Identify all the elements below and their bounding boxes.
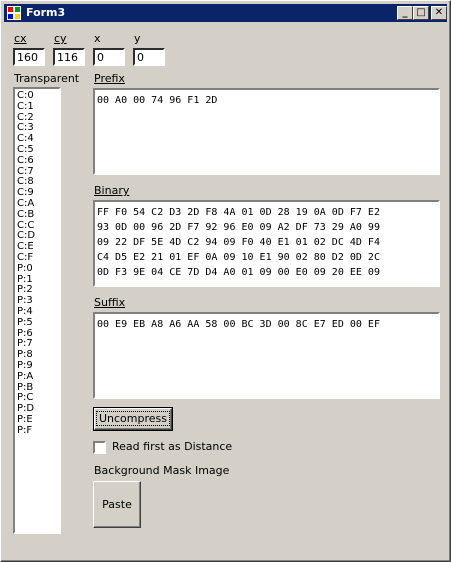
- transparent-list-item[interactable]: P:9: [17, 360, 57, 371]
- transparent-list-item[interactable]: C:1: [17, 101, 57, 112]
- transparent-list-item[interactable]: C:D: [17, 230, 57, 241]
- app-icon: [7, 6, 21, 20]
- transparent-list-item[interactable]: P:2: [17, 284, 57, 295]
- transparent-list-item[interactable]: P:7: [17, 338, 57, 349]
- transparent-list-item[interactable]: C:2: [17, 112, 57, 123]
- suffix-textbox[interactable]: 00 E9 EB A8 A6 AA 58 00 BC 3D 00 8C E7 E…: [93, 312, 440, 399]
- transparent-list-item[interactable]: C:6: [17, 155, 57, 166]
- transparent-list-item[interactable]: C:F: [17, 252, 57, 263]
- cx-label: cx: [14, 32, 27, 45]
- minimize-icon: _: [402, 7, 408, 18]
- transparent-list-item[interactable]: P:8: [17, 349, 57, 360]
- uncompress-label: Uncompress: [95, 411, 170, 426]
- prefix-label: Prefix: [94, 72, 125, 85]
- transparent-list-item[interactable]: C:E: [17, 241, 57, 252]
- paste-label: Paste: [102, 498, 132, 511]
- transparent-list-item[interactable]: C:0: [17, 90, 57, 101]
- cy-label: cy: [54, 32, 67, 45]
- transparent-list-item[interactable]: C:4: [17, 133, 57, 144]
- uncompress-button[interactable]: Uncompress: [93, 407, 173, 431]
- transparent-list-item[interactable]: P:6: [17, 328, 57, 339]
- read-first-label: Read first as Distance: [112, 440, 233, 453]
- transparent-list-item[interactable]: P:C: [17, 392, 57, 403]
- transparent-list-item[interactable]: P:0: [17, 263, 57, 274]
- transparent-list-item[interactable]: P:E: [17, 414, 57, 425]
- transparent-list-item[interactable]: C:B: [17, 209, 57, 220]
- transparent-list-item[interactable]: P:B: [17, 382, 57, 393]
- transparent-list-item[interactable]: C:3: [17, 122, 57, 133]
- transparent-list-item[interactable]: C:9: [17, 187, 57, 198]
- y-label: y: [134, 32, 141, 45]
- transparent-list-item[interactable]: P:1: [17, 274, 57, 285]
- transparent-list-item[interactable]: P:D: [17, 403, 57, 414]
- close-button[interactable]: ✕: [431, 6, 447, 20]
- transparent-label: Transparent: [14, 72, 80, 85]
- close-icon: ✕: [434, 7, 444, 18]
- y-input[interactable]: [133, 48, 165, 66]
- prefix-textbox[interactable]: 00 A0 00 74 96 F1 2D: [93, 88, 440, 175]
- x-label: x: [94, 32, 101, 45]
- transparent-list-item[interactable]: P:A: [17, 371, 57, 382]
- prefix-label-text: Prefix: [94, 72, 125, 85]
- cx-input[interactable]: [13, 48, 45, 66]
- x-input[interactable]: [93, 48, 125, 66]
- window-title: Form3: [26, 6, 66, 19]
- transparent-listbox[interactable]: C:0 C:1 C:2 C:3 C:4 C:5 C:6 C:7 C:8 C:9 C:A C:B C:C C…: [13, 87, 61, 534]
- title-bar[interactable]: Form3 _ □ ✕: [4, 4, 447, 22]
- transparent-list-item[interactable]: C:5: [17, 144, 57, 155]
- paste-button[interactable]: Paste: [93, 481, 141, 528]
- cy-input[interactable]: [53, 48, 85, 66]
- transparent-list-item[interactable]: C:7: [17, 166, 57, 177]
- form3-window: Form3 _ □ ✕ cx cy x y Transparent C:0C:1…: [0, 0, 451, 562]
- suffix-label-text: Suffix: [94, 296, 126, 309]
- transparent-list-item[interactable]: P:3: [17, 295, 57, 306]
- transparent-list-item[interactable]: C:A: [17, 198, 57, 209]
- transparent-list-item[interactable]: P:5: [17, 317, 57, 328]
- read-first-checkbox[interactable]: [93, 441, 106, 454]
- transparent-list-item[interactable]: P:F: [17, 425, 57, 436]
- transparent-list-item[interactable]: P:4: [17, 306, 57, 317]
- transparent-list-item[interactable]: C:8: [17, 176, 57, 187]
- minimize-button[interactable]: _: [397, 6, 413, 20]
- transparent-list-item[interactable]: C:C: [17, 220, 57, 231]
- maximize-icon: □: [416, 7, 426, 18]
- binary-label-text: Binary: [94, 184, 130, 197]
- binary-label: Binary: [94, 184, 129, 197]
- maximize-button[interactable]: □: [413, 6, 429, 20]
- suffix-label: Suffix: [94, 296, 125, 309]
- background-mask-label: Background Mask Image: [94, 464, 230, 477]
- binary-textbox[interactable]: FF F0 54 C2 D3 2D F8 4A 01 0D 28 19 0A 0…: [93, 200, 440, 287]
